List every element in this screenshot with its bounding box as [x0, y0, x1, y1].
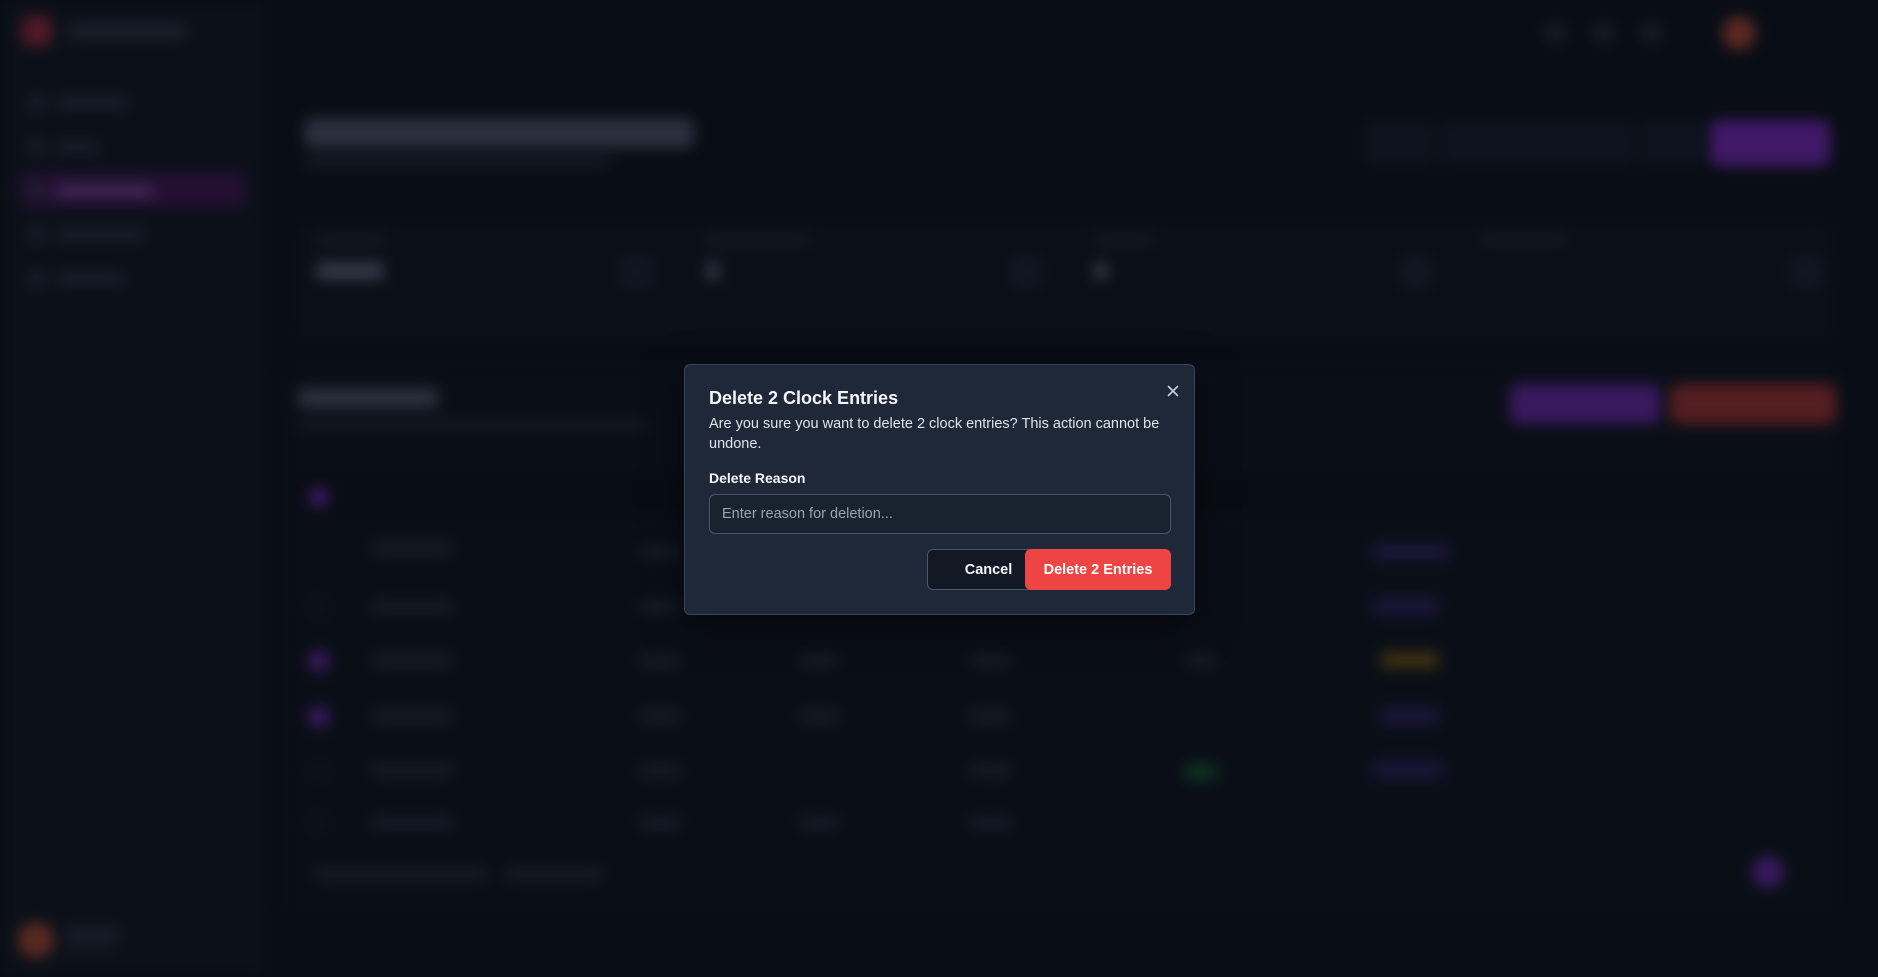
delete-entries-dialog: Delete 2 Clock Entries Are you sure you …: [684, 364, 1195, 615]
delete-entries-button[interactable]: Delete 2 Entries: [1025, 549, 1171, 590]
dialog-title: Delete 2 Clock Entries: [709, 388, 899, 408]
delete-reason-input[interactable]: [709, 494, 1171, 534]
close-icon[interactable]: [1165, 383, 1181, 399]
delete-reason-label: Delete Reason: [709, 470, 806, 486]
app-window: Delete 2 Clock Entries Are you sure you …: [0, 0, 1878, 977]
dialog-message: Are you sure you want to delete 2 clock …: [709, 416, 1160, 452]
